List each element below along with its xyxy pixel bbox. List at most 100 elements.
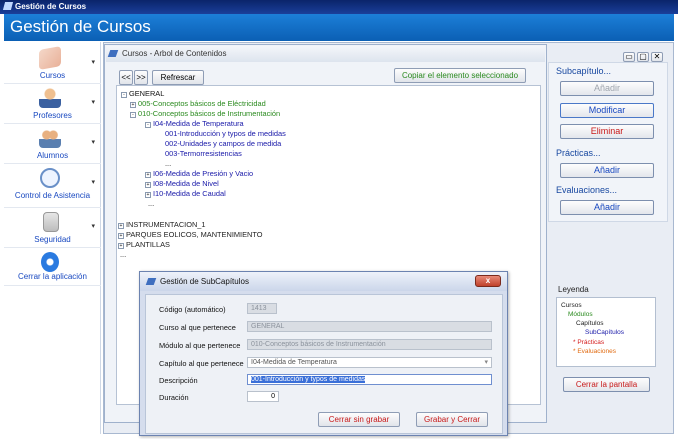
tree-node-label: I06-Medida de Presión y Vacio — [153, 169, 254, 178]
add-evaluacion-button[interactable]: Añadir — [560, 200, 654, 215]
nav-label: Cerrar la aplicación — [18, 272, 87, 281]
legend-item: Capítulos — [576, 320, 604, 327]
power-icon — [41, 252, 59, 272]
tree-node-label: I10-Medida de Caudal — [153, 189, 226, 198]
refresh-button[interactable]: Refrescar — [152, 70, 204, 85]
next-button[interactable]: >> — [134, 70, 148, 85]
tree-node[interactable]: 001-Introducción y typos de medidas — [165, 129, 286, 138]
chevron-down-icon: ▾ — [91, 59, 95, 66]
tree-node-label: I08-Medida de Nivel — [153, 179, 219, 188]
panel-title: Cursos - Arbol de Contenidos — [106, 46, 545, 62]
collapse-icon[interactable]: - — [145, 122, 151, 128]
expand-icon[interactable]: + — [118, 243, 124, 249]
nav-item-profesores[interactable]: Profesores ▾ — [4, 84, 101, 124]
tree-node-label: INSTRUMENTACION_1 — [126, 220, 206, 229]
tree-node[interactable]: + PLANTILLAS — [118, 240, 170, 249]
nav-item-seguridad[interactable]: Seguridad ▾ — [4, 208, 101, 248]
descripcion-input[interactable]: 001-Introducción y typos de medidas — [247, 374, 492, 385]
practicas-heading: Prácticas... — [556, 148, 601, 158]
tree-node[interactable]: - GENERAL — [121, 89, 164, 98]
delete-subcapitulo-button[interactable]: Eliminar — [560, 124, 654, 139]
nav-item-alumnos[interactable]: Alumnos ▾ — [4, 124, 101, 164]
codigo-label: Código (automático) — [159, 305, 226, 314]
expand-icon[interactable]: + — [145, 182, 151, 188]
tree-node-label: 002-Unidades y campos de medida — [165, 139, 282, 148]
chevron-down-icon: ▾ — [484, 359, 488, 366]
expand-icon[interactable]: + — [145, 172, 151, 178]
nav-item-asistencia[interactable]: Control de Asistencia ▾ — [4, 164, 101, 208]
expand-icon[interactable]: + — [118, 223, 124, 229]
prev-button[interactable]: << — [119, 70, 133, 85]
expand-icon[interactable]: + — [130, 102, 136, 108]
nav-label: Seguridad — [34, 235, 71, 244]
close-screen-button[interactable]: Cerrar la pantalla — [563, 377, 650, 392]
add-subcapitulo-button[interactable]: Añadir — [560, 81, 654, 96]
dialog-title: Gestión de SubCapítulos — [140, 272, 507, 291]
dialog-close-button[interactable]: x — [475, 275, 501, 287]
nav-item-cursos[interactable]: Cursos ▾ — [4, 44, 101, 84]
expand-icon[interactable]: + — [118, 233, 124, 239]
legend-item: * Evaluaciones — [573, 348, 616, 355]
maximize-button[interactable]: ▢ — [637, 52, 649, 62]
chevron-down-icon: ▾ — [91, 179, 95, 186]
minimize-button[interactable]: ▭ — [623, 52, 635, 62]
tree-node[interactable]: +005-Conceptos básicos de Eléctricidad — [130, 99, 266, 108]
nav-item-cerrar[interactable]: Cerrar la aplicación — [4, 248, 101, 286]
teacher-icon — [39, 88, 61, 108]
legend-item: SubCapítulos — [585, 329, 625, 336]
tree-node[interactable]: + I10-Medida de Caudal — [145, 189, 226, 198]
legend-title: Leyenda — [558, 285, 589, 294]
tree-node-label: ... — [120, 250, 127, 259]
students-icon — [39, 128, 61, 148]
curso-field: GENERAL — [247, 321, 492, 332]
tree-node[interactable]: ... — [120, 250, 126, 259]
descripcion-label: Descripción — [159, 376, 198, 385]
tree-node[interactable]: -010-Conceptos básicos de Instrumentació… — [130, 109, 280, 118]
tree-node-label: 005-Conceptos básicos de Eléctricidad — [138, 99, 266, 108]
tree-node[interactable]: 003-Termorresistencias — [165, 149, 242, 158]
tree-node[interactable]: + I06-Medida de Presión y Vacio — [145, 169, 253, 178]
sidebar: Cursos ▾ Profesores ▾ Alumnos ▾ Control … — [4, 42, 101, 434]
save-button[interactable]: Grabar y Cerrar — [416, 412, 488, 427]
tree-node-label: 001-Introducción y typos de medidas — [165, 129, 286, 138]
modulo-label: Módulo al que pertenece — [159, 341, 241, 350]
expand-icon[interactable]: + — [145, 192, 151, 198]
chevron-down-icon: ▾ — [91, 99, 95, 106]
app-logo-icon — [2, 2, 14, 10]
tree-node[interactable]: 002-Unidades y campos de medida — [165, 139, 281, 148]
close-panel-button[interactable]: ✕ — [651, 52, 663, 62]
add-practica-button[interactable]: Añadir — [560, 163, 654, 178]
tree-node[interactable]: + INSTRUMENTACION_1 — [118, 220, 206, 229]
lock-icon — [43, 212, 59, 232]
collapse-icon[interactable]: - — [130, 112, 136, 118]
chevron-down-icon: ▾ — [91, 139, 95, 146]
subcapitulo-heading: Subcapítulo... — [556, 66, 612, 76]
page-header: Gestión de Cursos — [4, 14, 674, 41]
collapse-icon[interactable]: - — [121, 92, 127, 98]
capitulo-label: Capítulo al que pertenece — [159, 359, 244, 368]
book-icon — [39, 46, 61, 70]
codigo-field: 1413 — [247, 303, 277, 314]
cancel-button[interactable]: Cerrar sin grabar — [318, 412, 400, 427]
legend-item: * Prácticas — [573, 339, 605, 346]
tree-node-label: PARQUES EOLICOS, MANTENIMIENTO — [126, 230, 263, 239]
capitulo-select[interactable]: I04-Medida de Temperatura ▾ — [247, 357, 492, 368]
nav-label: Alumnos — [36, 151, 69, 160]
tree-node[interactable]: ... — [165, 159, 171, 168]
modulo-field: 010-Conceptos básicos de Instrumentación — [247, 339, 492, 350]
clock-icon — [40, 168, 60, 188]
tree-node[interactable]: - I04-Medida de Temperatura — [145, 119, 244, 128]
duracion-input[interactable]: 0 — [247, 391, 279, 402]
modify-subcapitulo-button[interactable]: Modificar — [560, 103, 654, 118]
nav-label: Cursos — [39, 71, 66, 80]
tree-node-label: GENERAL — [129, 89, 165, 98]
curso-label: Curso al que pertenece — [159, 323, 236, 332]
copy-selected-button[interactable]: Copiar el elemento seleccionado — [394, 68, 526, 83]
legend-item: Cursos — [561, 302, 582, 309]
tree-node[interactable]: ... — [148, 199, 154, 208]
chevron-down-icon: ▾ — [91, 223, 95, 230]
tree-node[interactable]: + PARQUES EOLICOS, MANTENIMIENTO — [118, 230, 262, 239]
tree-node[interactable]: + I08-Medida de Nivel — [145, 179, 219, 188]
duracion-label: Duración — [159, 393, 189, 402]
window-titlebar: Gestión de Cursos — [0, 0, 678, 14]
